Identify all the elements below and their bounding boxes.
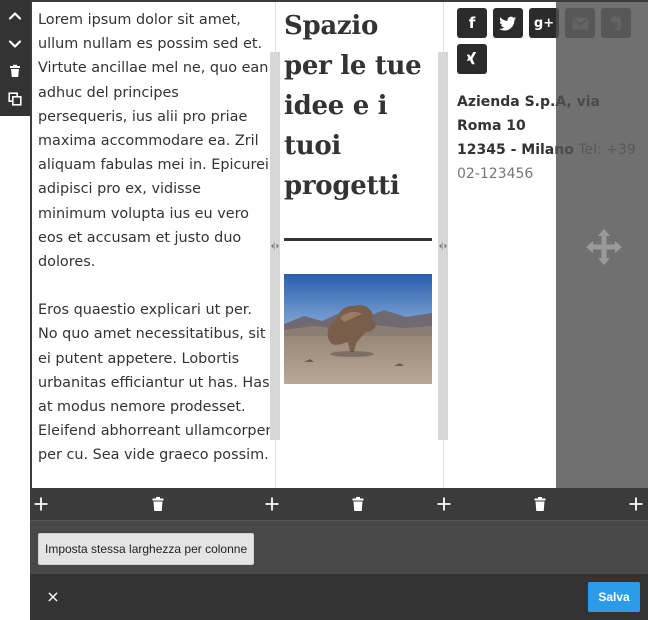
plus-icon [34,497,48,511]
delete-row-button[interactable] [0,57,30,85]
column-divider [275,2,276,488]
trash-icon [10,64,20,77]
add-column-button[interactable] [30,493,52,515]
duplicate-row-button[interactable] [0,85,30,113]
google-plus-label: g+ [533,15,555,31]
column-action-bar [30,488,648,520]
add-column-button[interactable] [433,493,455,515]
chevron-up-icon [8,12,22,20]
add-column-button[interactable] [625,493,647,515]
move-icon[interactable] [584,227,624,267]
trash-icon [534,497,546,511]
google-plus-icon[interactable]: g+ [529,8,559,38]
desert-rock-photo[interactable] [284,274,432,384]
trash-icon [352,497,364,511]
facebook-label: f [468,14,476,32]
column-1[interactable]: Lorem ipsum dolor sit amet, ullum nullam… [32,2,272,488]
delete-column-button[interactable] [347,493,369,515]
paragraph-1: Lorem ipsum dolor sit amet, ullum nullam… [38,12,269,271]
plus-icon [437,497,451,511]
column-heading: Spazio per le tue idee e i tuoi progetti [284,11,422,201]
plus-icon [265,497,279,511]
heading-rule [284,238,432,241]
move-down-button[interactable] [0,30,30,58]
column-2[interactable]: Spazio per le tue idee e i tuoi progetti [284,2,432,488]
column-4-overlay[interactable] [556,2,648,488]
row-options: Imposta stessa larghezza per colonne [30,520,648,574]
editor-footer: × Salva [30,574,648,620]
paragraph-2: Eros quaestio explicari ut per. No quo a… [38,302,272,464]
facebook-icon[interactable]: f [457,8,487,38]
chevron-down-icon [8,40,22,48]
duplicate-icon [8,92,22,106]
column-divider [443,2,444,488]
plus-icon [629,497,643,511]
delete-column-button[interactable] [147,493,169,515]
row-toolbar [0,0,30,116]
row-editor: Lorem ipsum dolor sit amet, ullum nullam… [30,0,648,620]
move-up-button[interactable] [0,2,30,30]
equal-column-width-button[interactable]: Imposta stessa larghezza per colonne [38,533,255,565]
columns-area: Lorem ipsum dolor sit amet, ullum nullam… [30,0,648,488]
twitter-icon[interactable] [493,8,523,38]
xing-icon[interactable] [457,44,487,74]
add-column-button[interactable] [261,493,283,515]
close-icon[interactable]: × [44,588,62,606]
trash-icon [152,497,164,511]
save-button[interactable]: Salva [588,582,640,612]
delete-column-button[interactable] [529,493,551,515]
